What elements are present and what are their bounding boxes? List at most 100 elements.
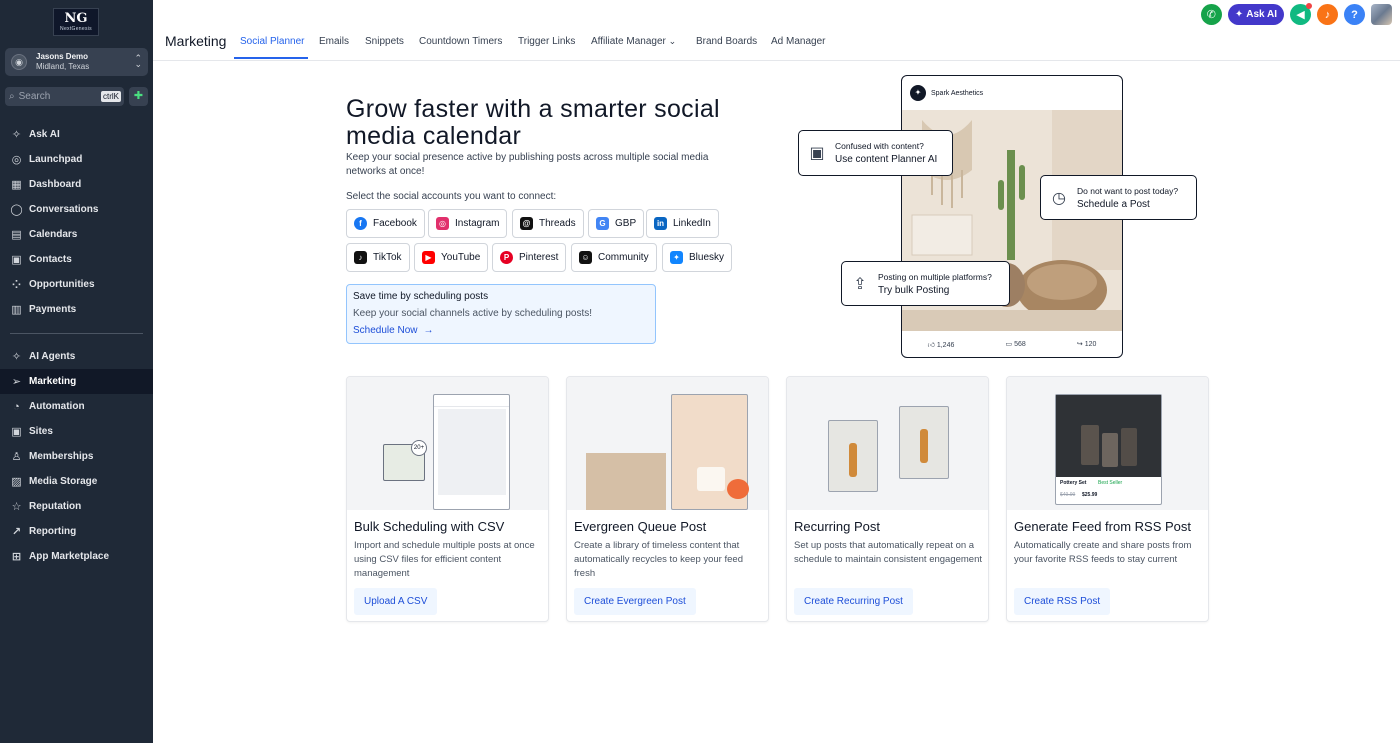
tab-snippets[interactable]: Snippets [365, 36, 404, 47]
sidebar-item-media-storage[interactable]: ▨ Media Storage [0, 469, 153, 494]
tab-trigger-links[interactable]: Trigger Links [518, 36, 575, 47]
share-icon: ↪ [1076, 341, 1083, 348]
active-tab-indicator [234, 57, 308, 59]
sidebar-divider [10, 333, 143, 334]
sidebar-item-label: Calendars [29, 229, 78, 240]
preview-engagement: 👍︎ 1,246 ▭ 568 ↪ 120 [902, 331, 1122, 357]
ask-ai-label: Ask AI [1246, 9, 1277, 20]
sidebar-item-label: Dashboard [29, 179, 82, 190]
tab-label: Affiliate Manager [591, 36, 666, 47]
preview-header: ✦ Spark Aesthetics [902, 76, 1122, 110]
upload-csv-button[interactable]: Upload A CSV [354, 588, 438, 615]
sidebar-item-marketing[interactable]: ➢ Marketing [0, 369, 153, 394]
connect-linkedin-button[interactable]: in LinkedIn [646, 209, 719, 238]
pottery-photo [1056, 395, 1161, 477]
hero-title: Grow faster with a smarter social media … [346, 95, 720, 150]
card-title: Generate Feed from RSS Post [1014, 519, 1192, 534]
card-rss-feed: Pottery Set Best Seller $49.99 $25.99 Ge… [1006, 376, 1209, 622]
send-icon: ➢ [11, 376, 22, 388]
sidebar-item-payments[interactable]: ▥ Payments [0, 297, 153, 322]
tab-emails[interactable]: Emails [319, 36, 349, 47]
sidebar-item-ask-ai[interactable]: ✧ Ask AI [0, 122, 153, 147]
linkedin-icon: in [654, 217, 667, 230]
callout-line2: Use content Planner AI [835, 154, 938, 165]
brand-logo[interactable]: NG NextGenesis [53, 8, 99, 36]
sidebar-item-automation[interactable]: ◔ Automation [0, 394, 153, 419]
sidebar-item-label: Ask AI [29, 129, 60, 140]
sidebar-search[interactable]: ⌕ Search ctrlK [5, 87, 124, 106]
connect-bluesky-button[interactable]: ✦ Bluesky [662, 243, 733, 272]
sidebar-item-contacts[interactable]: ▣ Contacts [0, 247, 153, 272]
create-rss-post-button[interactable]: Create RSS Post [1014, 588, 1111, 615]
bell-icon[interactable]: ♪ [1317, 4, 1338, 25]
sidebar-item-label: Marketing [29, 376, 77, 387]
schedule-now-label: Schedule Now [353, 325, 418, 336]
opportunities-icon: ⁘ [11, 279, 22, 291]
search-placeholder: Search [18, 91, 51, 102]
brand-avatar-icon: ✦ [910, 85, 926, 101]
memberships-icon: ♙ [11, 451, 22, 463]
user-avatar[interactable] [1371, 4, 1392, 25]
candle-photos [586, 453, 666, 510]
sidebar-item-launchpad[interactable]: ◎ Launchpad [0, 147, 153, 172]
callout-content-planner-ai[interactable]: ▣ Confused with content? Use content Plan… [798, 130, 953, 176]
reporting-icon: ↗ [11, 526, 22, 538]
help-icon[interactable]: ? [1344, 4, 1365, 25]
sidebar-item-memberships[interactable]: ♙ Memberships [0, 444, 153, 469]
sidebar-item-reporting[interactable]: ↗ Reporting [0, 519, 153, 544]
callout-line2: Schedule a Post [1077, 198, 1150, 210]
ask-ai-button[interactable]: ✦ Ask AI [1227, 4, 1284, 25]
sidebar-item-opportunities[interactable]: ⁘ Opportunities [0, 272, 153, 297]
select-accounts-label: Select the social accounts you want to c… [346, 191, 557, 202]
search-shortcut: ctrlK [101, 91, 121, 102]
sidebar-item-calendars[interactable]: ▤ Calendars [0, 222, 153, 247]
reputation-icon: ☆ [11, 501, 22, 513]
sidebar-item-label: App Marketplace [29, 551, 110, 562]
connect-pinterest-button[interactable]: P Pinterest [492, 243, 567, 272]
grapefruit [727, 479, 749, 499]
connect-threads-button[interactable]: @ Threads [512, 209, 584, 238]
sidebar-item-dashboard[interactable]: ▦ Dashboard [0, 172, 153, 197]
callout-schedule-post[interactable]: ◷ Do not want to post today? Schedule a P… [1040, 175, 1197, 220]
sidebar-item-label: Memberships [29, 451, 94, 462]
connect-tiktok-button[interactable]: ♪ TikTok [346, 243, 410, 272]
sidebar-item-sites[interactable]: ▣ Sites [0, 419, 153, 444]
tab-ad-manager[interactable]: Ad Manager [771, 36, 825, 47]
card-description: Set up posts that automatically repeat o… [794, 540, 983, 565]
connect-community-button[interactable]: ☺ Community [571, 243, 657, 272]
connect-gbp-button[interactable]: G GBP [588, 209, 645, 238]
shares-value: 120 [1084, 341, 1097, 348]
schedule-promo-banner: Save time by scheduling posts Keep your … [346, 284, 656, 344]
sidebar-item-ai-agents[interactable]: ✧ AI Agents [0, 344, 153, 369]
tab-affiliate-manager[interactable]: Affiliate Manager ⌄ [591, 36, 676, 47]
chip-label: TikTok [373, 252, 402, 263]
callout-line1: Confused with content? [835, 141, 924, 151]
card-bulk-scheduling: 20+ Bulk Scheduling with CSV Import and … [346, 376, 549, 622]
sidebar-item-label: Launchpad [29, 154, 83, 165]
create-evergreen-post-button[interactable]: Create Evergreen Post [574, 588, 696, 615]
sidebar-item-app-marketplace[interactable]: ⊞ App Marketplace [0, 544, 153, 569]
sidebar-item-label: AI Agents [29, 351, 76, 362]
tab-brand-boards[interactable]: Brand Boards [696, 36, 757, 47]
logo-mark: NG [64, 11, 88, 26]
bulk-csv-illustration: 20+ [347, 377, 548, 510]
top-navigation: Marketing Social Planner Emails Snippets… [153, 0, 1400, 61]
sidebar-item-conversations[interactable]: ◯ Conversations [0, 197, 153, 222]
chip-label: LinkedIn [673, 218, 711, 229]
create-recurring-post-button[interactable]: Create Recurring Post [794, 588, 913, 615]
megaphone-icon[interactable]: ◀ [1290, 3, 1312, 25]
account-switcher[interactable]: ◉ Jasons Demo Midland, Texas ⌃ ⌄ [5, 48, 148, 76]
connect-instagram-button[interactable]: ◎ Instagram [428, 209, 508, 238]
schedule-now-link[interactable]: Schedule Now → [353, 325, 649, 336]
connect-facebook-button[interactable]: f Facebook [346, 209, 425, 238]
tab-countdown-timers[interactable]: Countdown Timers [419, 36, 502, 47]
automation-icon: ◔ [13, 400, 20, 413]
rocket-icon: ◎ [11, 154, 22, 166]
phone-icon[interactable]: ✆ [1200, 4, 1222, 25]
connect-youtube-button[interactable]: ▶ YouTube [414, 243, 489, 272]
sidebar-item-reputation[interactable]: ☆ Reputation [0, 494, 153, 519]
bluesky-icon: ✦ [670, 251, 683, 264]
tab-social-planner[interactable]: Social Planner [240, 36, 304, 47]
callout-bulk-posting[interactable]: ⇪ Posting on multiple platforms? Try bulk… [841, 261, 1010, 306]
quick-action-bolt-icon[interactable]: ✚ [129, 87, 148, 106]
